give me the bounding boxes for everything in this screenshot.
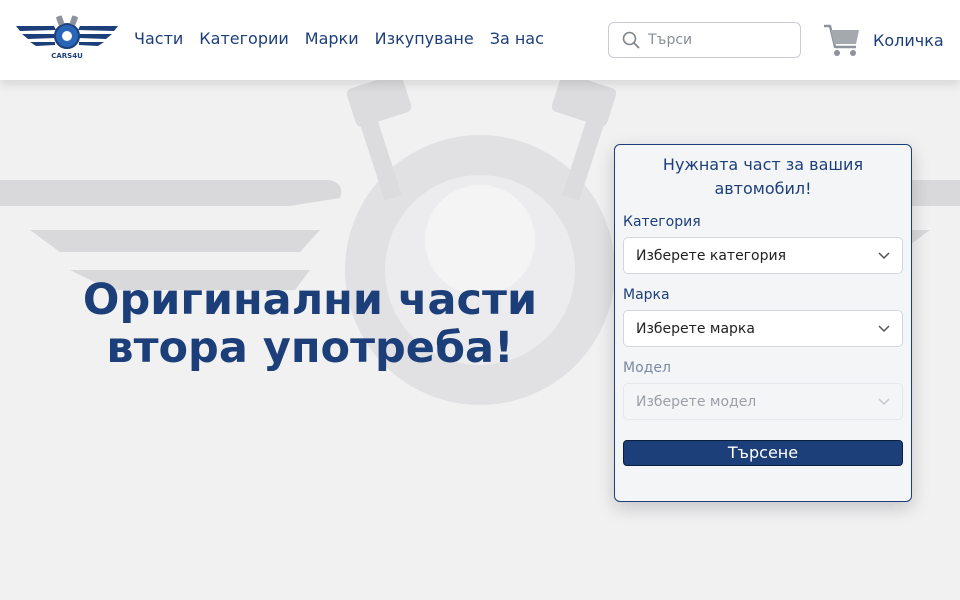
- part-finder-title: Нужната част за вашия автомобил!: [662, 155, 864, 198]
- nav-item-categories[interactable]: Категории: [199, 28, 288, 50]
- cart-button[interactable]: Количка: [822, 20, 944, 60]
- brand-label: Марка: [623, 287, 670, 303]
- search-input[interactable]: [648, 32, 788, 48]
- nav-item-parts[interactable]: Части: [134, 28, 183, 50]
- part-finder-form: Нужната част за вашия автомобил! Категор…: [614, 144, 912, 502]
- shopping-cart-icon: [824, 24, 859, 56]
- cart-label: Количка: [873, 30, 944, 50]
- nav-item-about[interactable]: За нас: [490, 28, 544, 50]
- model-select-value: Изберете модел: [636, 393, 757, 410]
- nav-item-brands[interactable]: Марки: [305, 28, 359, 50]
- hero-line-2: втора употреба!: [106, 323, 514, 373]
- chevron-down-icon: [878, 397, 890, 405]
- model-select[interactable]: Изберете модел: [623, 383, 903, 420]
- search-icon: [622, 31, 640, 49]
- hero-line-1: Оригинални части: [82, 275, 538, 325]
- search-box[interactable]: [608, 22, 801, 58]
- hero-headline: Оригинални части втора употреба!: [40, 276, 580, 372]
- brand-select[interactable]: Изберете марка: [623, 310, 903, 347]
- main-nav: Части Категории Марки Изкупуване За нас: [134, 28, 544, 50]
- nav-item-buyback[interactable]: Изкупуване: [375, 28, 474, 50]
- category-select-value: Изберете категория: [636, 247, 787, 264]
- chevron-down-icon: [878, 324, 890, 332]
- brand-select-value: Изберете марка: [636, 320, 755, 337]
- svg-text:CARS4U: CARS4U: [51, 52, 83, 60]
- chevron-down-icon: [878, 251, 890, 259]
- site-header: CARS4U Части Категории Марки Изкупуване …: [0, 0, 960, 80]
- category-label: Категория: [623, 214, 701, 230]
- category-select[interactable]: Изберете категория: [623, 237, 903, 274]
- model-label: Модел: [623, 360, 671, 376]
- search-submit-button[interactable]: Търсене: [623, 440, 903, 466]
- cars4u-logo[interactable]: CARS4U: [14, 14, 120, 60]
